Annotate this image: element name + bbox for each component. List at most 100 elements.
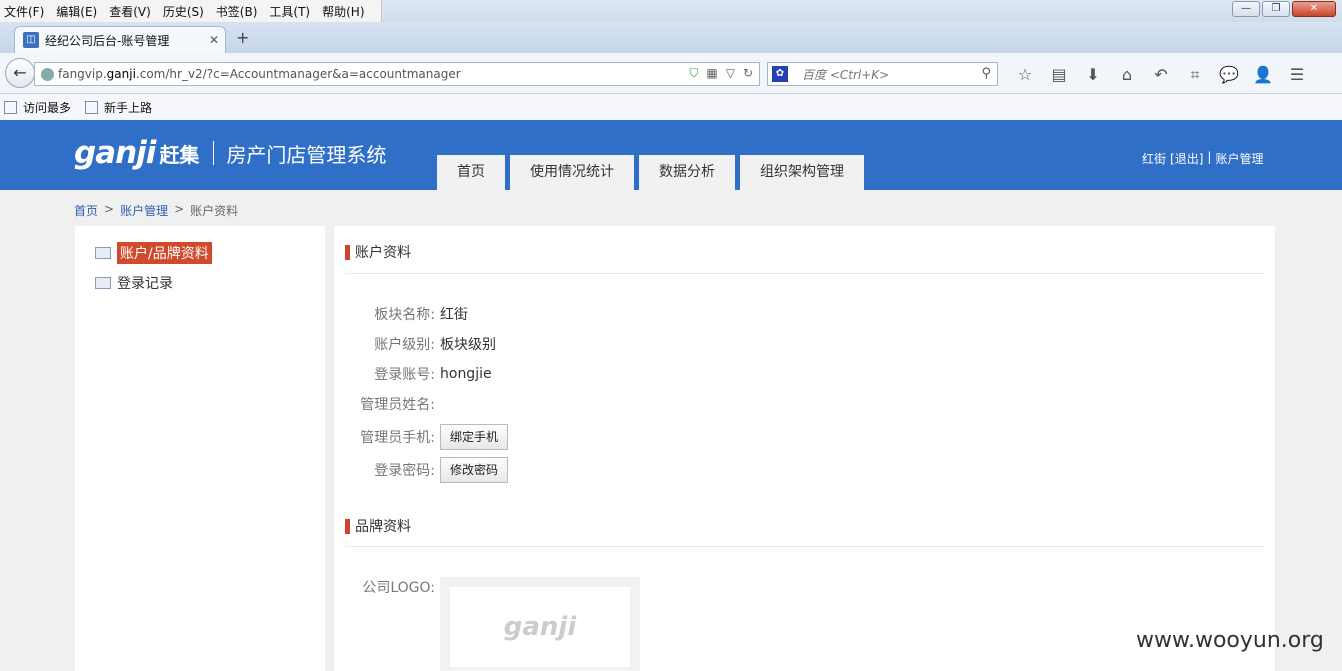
section-marker: [345, 244, 350, 260]
login-account-value: hongjie: [440, 366, 492, 382]
url-bar[interactable]: fangvip.ganji.com/hr_v2/?c=Accountmanage…: [34, 62, 760, 86]
row-login-password: 登录密码: 修改密码: [334, 457, 509, 483]
menu-bookmarks[interactable]: 书签(B): [216, 3, 258, 20]
breadcrumb-current: 账户资料: [190, 204, 239, 218]
star-icon[interactable]: ☆: [1008, 65, 1042, 85]
id-card-icon: [95, 247, 111, 259]
bookmark-most-visited[interactable]: 访问最多: [4, 99, 71, 116]
section-title-account: 账户资料: [345, 242, 411, 262]
breadcrumb-separator: >: [104, 202, 115, 216]
nav-data-analysis[interactable]: 数据分析: [639, 155, 735, 190]
chat-icon[interactable]: 💬: [1212, 65, 1246, 85]
browser-tab[interactable]: ◫ 经纪公司后台-账号管理 ✕: [14, 26, 226, 53]
section-title-brand: 品牌资料: [345, 516, 411, 536]
account-manage-link[interactable]: 账户管理: [1215, 150, 1263, 167]
menu-icon[interactable]: ☰: [1280, 65, 1314, 85]
row-login-account: 登录账号: hongjie: [334, 361, 492, 387]
menu-view[interactable]: 查看(V): [109, 3, 151, 20]
home-icon[interactable]: ⌂: [1110, 65, 1144, 85]
field-label: 登录密码:: [374, 463, 435, 479]
undo-icon[interactable]: ↶: [1144, 65, 1178, 85]
field-label: 登录账号:: [374, 367, 435, 383]
menu-file[interactable]: 文件(F): [4, 3, 44, 20]
menu-items: 文件(F) 编辑(E) 查看(V) 历史(S) 书签(B) 工具(T) 帮助(H…: [0, 0, 382, 22]
dropdown-arrow-icon[interactable]: ▽: [726, 66, 735, 81]
user-icon[interactable]: 👤: [1246, 65, 1280, 85]
field-label: 公司LOGO:: [362, 580, 435, 596]
minimize-icon[interactable]: —: [1232, 1, 1260, 17]
sidebar-item-label: 登录记录: [117, 276, 173, 292]
row-board-name: 板块名称: 红街: [334, 301, 468, 327]
field-label: 管理员手机:: [360, 430, 435, 446]
field-label: 账户级别:: [374, 337, 435, 353]
nav-org-structure[interactable]: 组织架构管理: [740, 155, 864, 190]
window-controls: — ❐ ✕: [1232, 1, 1336, 17]
row-admin-phone: 管理员手机: 绑定手机: [334, 424, 509, 450]
browser-tabbar: ◫ 经纪公司后台-账号管理 ✕: [0, 22, 1342, 53]
account-level-value: 板块级别: [440, 337, 496, 353]
section-divider: [345, 273, 1264, 274]
row-account-level: 账户级别: 板块级别: [334, 331, 496, 357]
company-logo-frame[interactable]: ganji: [440, 577, 640, 671]
board-name-value: 红街: [440, 307, 468, 323]
row-admin-name: 管理员姓名:: [334, 391, 440, 417]
bookmark-folder-icon: [4, 100, 17, 114]
close-window-icon[interactable]: ✕: [1292, 1, 1336, 17]
section-marker: [345, 518, 350, 534]
user-name[interactable]: 红街: [1142, 150, 1166, 167]
reload-icon[interactable]: ↻: [743, 66, 753, 81]
bookmark-getting-started[interactable]: 新手上路: [85, 99, 152, 116]
search-icon[interactable]: ⚲: [981, 66, 991, 81]
bind-phone-button[interactable]: 绑定手机: [440, 424, 509, 450]
crop-icon[interactable]: ⌗: [1178, 65, 1212, 85]
search-placeholder: 百度 <Ctrl+K>: [802, 67, 890, 82]
breadcrumb-home[interactable]: 首页: [74, 202, 98, 219]
logout-link[interactable]: [退出]: [1170, 150, 1203, 167]
menu-edit[interactable]: 编辑(E): [56, 3, 97, 20]
user-links-divider: |: [1207, 150, 1212, 164]
reading-list-icon[interactable]: ▤: [1042, 65, 1076, 85]
download-icon[interactable]: ⬇: [1076, 65, 1110, 85]
sidebar-item-account-brand[interactable]: 账户/品牌资料: [95, 242, 212, 264]
menu-help[interactable]: 帮助(H): [322, 3, 364, 20]
nav-home[interactable]: 首页: [437, 155, 505, 190]
main-content: 账户资料 板块名称: 红街 账户级别: 板块级别 登录账号: hongjie 管…: [334, 226, 1275, 671]
site-logo[interactable]: ganji 赶集 房产门店管理系统: [74, 135, 386, 171]
sidebar-item-label: 账户/品牌资料: [117, 242, 212, 264]
breadcrumb-account[interactable]: 账户管理: [120, 202, 168, 219]
field-label: 板块名称:: [374, 307, 435, 323]
menu-tools[interactable]: 工具(T): [269, 3, 310, 20]
favicon-icon: ◫: [23, 32, 39, 48]
globe-icon: [41, 67, 54, 81]
qr-code-icon[interactable]: ▦: [706, 66, 717, 81]
new-tab-icon[interactable]: +: [236, 28, 249, 47]
bookmark-page-icon: [85, 100, 99, 114]
nav-usage-stats[interactable]: 使用情况统计: [510, 155, 634, 190]
tab-close-icon[interactable]: ✕: [209, 33, 219, 47]
site-header: ganji 赶集 房产门店管理系统 首页 使用情况统计 数据分析 组织架构管理 …: [0, 120, 1342, 190]
maximize-icon[interactable]: ❐: [1262, 1, 1290, 17]
sidebar-item-login-records[interactable]: 登录记录: [95, 273, 173, 293]
browser-menubar: 文件(F) 编辑(E) 查看(V) 历史(S) 书签(B) 工具(T) 帮助(H…: [0, 0, 1342, 22]
search-bar[interactable]: ✿ 百度 <Ctrl+K> ⚲: [767, 62, 998, 86]
change-password-button[interactable]: 修改密码: [440, 457, 509, 483]
logo-divider: [213, 141, 215, 165]
url-icons: ⛉ ▦ ▽ ↻: [689, 66, 753, 81]
breadcrumb: 首页 > 账户管理 > 账户资料: [74, 202, 238, 219]
section-divider: [345, 546, 1264, 547]
back-arrow-icon[interactable]: ←: [5, 58, 35, 88]
menu-history[interactable]: 历史(S): [163, 3, 204, 20]
watermark: www.wooyun.org: [1136, 628, 1324, 653]
shield-icon[interactable]: ⛉: [689, 66, 698, 81]
browser-navbar: ← fangvip.ganji.com/hr_v2/?c=Accountmana…: [0, 53, 1342, 94]
bookmarks-bar: 访问最多 新手上路: [0, 94, 1342, 120]
browser-toolbar: ☆ ▤ ⬇ ⌂ ↶ ⌗ 💬 👤 ☰: [1008, 65, 1314, 85]
row-company-logo: 公司LOGO:: [334, 574, 435, 600]
sidebar: 账户/品牌资料 登录记录: [75, 226, 325, 671]
system-name: 房产门店管理系统: [226, 142, 387, 167]
logo-zhao-text: 赶集: [159, 142, 200, 167]
baidu-paw-icon[interactable]: ✿: [772, 66, 788, 82]
tab-title: 经纪公司后台-账号管理: [45, 33, 170, 48]
breadcrumb-separator: >: [174, 202, 185, 216]
company-logo-placeholder: ganji: [450, 587, 630, 667]
